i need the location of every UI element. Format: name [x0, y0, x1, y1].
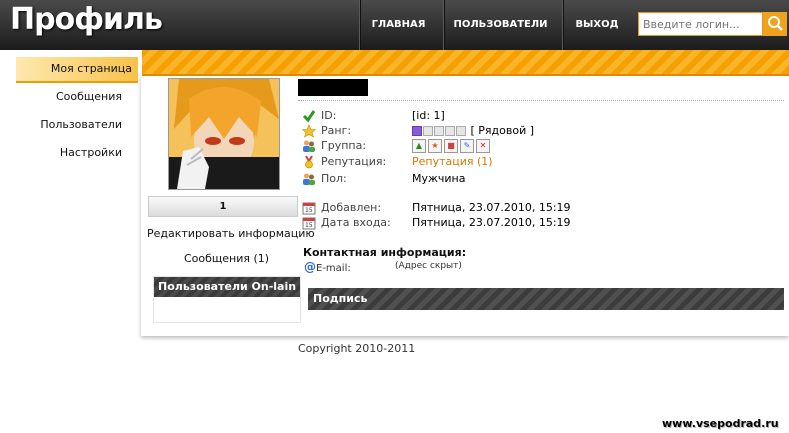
top-header: Профиль ГЛАВНАЯ ПОЛЬЗОВАТЕЛИ ВЫХОД	[0, 0, 789, 50]
calendar-add-icon: 15	[302, 202, 316, 215]
reputation-value[interactable]: Репутация (1)	[412, 155, 493, 168]
watermark-text: www.vsepodrad.ru	[662, 417, 779, 430]
messages-link-label: Сообщения	[184, 252, 251, 265]
added-label: Добавлен:	[321, 201, 382, 214]
rank-square	[456, 126, 466, 136]
email-value: (Адрес скрыт)	[395, 261, 462, 271]
messages-count: (1)	[253, 252, 270, 265]
checkmark-icon	[302, 110, 316, 123]
rank-text: [ Рядовой ]	[470, 124, 535, 137]
nav-users[interactable]: ПОЛЬЗОВАТЕЛИ	[443, 0, 557, 50]
sidebar-item-messages[interactable]: Сообщения	[0, 85, 122, 109]
rank-square	[445, 126, 455, 136]
rank-value: [ Рядовой ]	[412, 124, 534, 137]
contact-info-title: Контактная информация:	[303, 246, 467, 259]
gender-label: Пол:	[321, 172, 347, 185]
online-users-box: Пользователи On-lain	[153, 276, 301, 323]
id-label: ID:	[321, 109, 337, 122]
sidebar-item-settings[interactable]: Настройки	[0, 141, 122, 165]
username-redacted	[298, 79, 368, 96]
group-users-icon	[303, 140, 315, 152]
group-chart-icon[interactable]: ▲	[412, 139, 426, 153]
rank-label: Ранг:	[321, 124, 352, 137]
email-label-row: @E-mail:	[304, 260, 351, 274]
gender-value: Мужчина	[412, 172, 466, 185]
added-value: Пятница, 23.07.2010, 15:19	[412, 201, 571, 214]
rank-square	[423, 126, 433, 136]
site-logo: Профиль	[10, 2, 163, 37]
login-date-value: Пятница, 23.07.2010, 15:19	[412, 216, 571, 229]
login-date-label: Дата входа:	[321, 216, 391, 229]
avatar-image	[169, 79, 279, 189]
group-edit-icon[interactable]: ✎	[460, 139, 474, 153]
signature-header: Подпись	[308, 288, 784, 310]
orange-strip	[142, 50, 789, 76]
group-delete-icon[interactable]: ✕	[476, 139, 490, 153]
edit-info-link[interactable]: Редактировать информацию	[147, 227, 315, 240]
svg-text:15: 15	[305, 207, 313, 214]
nav-home[interactable]: ГЛАВНАЯ	[359, 0, 437, 50]
id-value: [id: 1]	[412, 109, 445, 122]
online-users-title: Пользователи On-lain	[154, 277, 300, 297]
sidebar-item-my-page[interactable]: Моя страница	[16, 57, 138, 83]
rating-bar: 1	[148, 196, 298, 217]
group-label: Группа:	[321, 139, 367, 152]
search-button[interactable]	[763, 12, 787, 36]
svg-text:15: 15	[305, 222, 313, 229]
reputation-label: Репутация:	[321, 155, 387, 168]
rank-square	[434, 126, 444, 136]
group-icons: ▲ ★ ■ ✎ ✕	[412, 139, 492, 153]
sidebar-item-users[interactable]: Пользователи	[0, 113, 122, 137]
star-icon	[302, 124, 316, 138]
divider	[298, 100, 784, 101]
search-icon	[768, 16, 783, 31]
login-search-input[interactable]	[638, 12, 763, 36]
nav-logout[interactable]: ВЫХОД	[562, 0, 631, 50]
user-avatar	[168, 78, 280, 190]
email-label: E-mail:	[316, 263, 351, 274]
at-icon: @	[304, 260, 316, 274]
calendar-login-icon: 15	[302, 217, 316, 230]
medal-icon	[305, 155, 313, 169]
gender-users-icon	[303, 173, 315, 185]
group-note-icon[interactable]: ■	[444, 139, 458, 153]
copyright-text: Copyright 2010-2011	[298, 342, 416, 355]
group-star-icon[interactable]: ★	[428, 139, 442, 153]
rank-square-filled	[412, 126, 422, 136]
messages-link[interactable]: Сообщения (1)	[184, 252, 269, 265]
